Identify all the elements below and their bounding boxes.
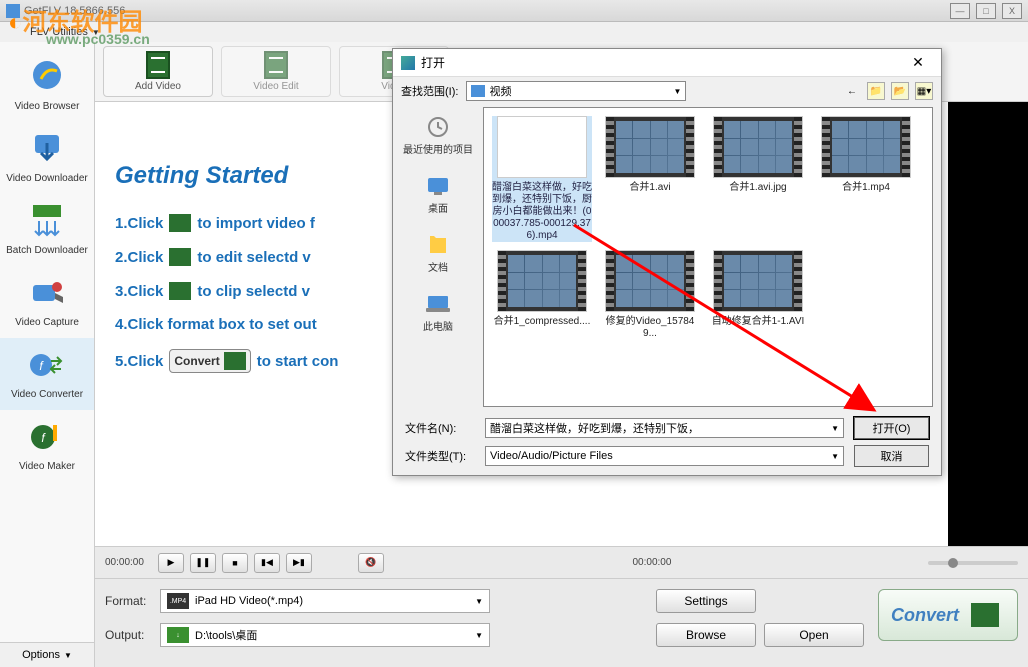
filetype-label: 文件类型(T): [405, 448, 475, 464]
dialog-titlebar: 打开 ✕ [393, 49, 941, 77]
converter-icon: f [26, 344, 68, 386]
minimize-button[interactable]: — [950, 3, 970, 19]
place-documents[interactable]: 文档 [393, 227, 483, 286]
chevron-down-icon: ▼ [475, 631, 483, 640]
desktop-icon [422, 172, 454, 200]
new-folder-icon[interactable]: 📂 [891, 82, 909, 100]
dialog-icon [401, 56, 415, 70]
place-thispc[interactable]: 此电脑 [393, 286, 483, 345]
sidebar-item-video-browser[interactable]: Video Browser [0, 50, 94, 122]
computer-icon [422, 290, 454, 318]
place-desktop[interactable]: 桌面 [393, 168, 483, 227]
file-item[interactable]: 合并1.avi.jpg [708, 116, 808, 242]
folder-icon [471, 85, 485, 97]
film-icon [169, 248, 191, 266]
player-bar: 00:00:00 ▶ ❚❚ ■ ▮◀ ▶▮ 🔇 00:00:00 [95, 546, 1028, 578]
dialog-close-button[interactable]: ✕ [903, 54, 933, 71]
options-button[interactable]: Options▼ [0, 642, 94, 667]
window-title: GetFLV 18.5866.556 [24, 5, 125, 17]
sidebar-item-video-converter[interactable]: f Video Converter [0, 338, 94, 410]
chevron-down-icon: ▼ [674, 87, 682, 96]
back-icon[interactable]: ← [843, 82, 861, 100]
file-item[interactable]: 合并1.avi [600, 116, 700, 242]
video-thumb [605, 116, 695, 178]
lookin-label: 查找范围(I): [401, 83, 458, 99]
sidebar-item-batch-downloader[interactable]: Batch Downloader [0, 194, 94, 266]
places-bar: 最近使用的项目 桌面 文档 此电脑 [393, 105, 483, 409]
file-list: 醋溜白菜这样做，好吃到爆，还特别下饭，厨房小白都能做出来！(000037.785… [483, 107, 933, 407]
bottom-panel: Format: .MP4 iPad HD Video(*.mp4) ▼ Outp… [95, 578, 1028, 667]
file-open-dialog: 打开 ✕ 查找范围(I): 视频 ▼ ← 📁 📂 ▦▾ 最近使用的项目 桌面 [392, 48, 942, 476]
dialog-cancel-button[interactable]: 取消 [854, 445, 929, 467]
mp4-icon: .MP4 [167, 593, 189, 609]
film-icon [169, 282, 191, 300]
next-button[interactable]: ▶▮ [286, 553, 312, 573]
titlebar: GetFLV 18.5866.556 — □ X [0, 0, 1028, 22]
film-edit-icon [264, 51, 288, 79]
up-folder-icon[interactable]: 📁 [867, 82, 885, 100]
chevron-down-icon: ▼ [475, 597, 483, 606]
file-item[interactable]: 自动修复合并1-1.AVI [708, 250, 808, 340]
volume-slider[interactable] [928, 561, 1018, 565]
format-label: Format: [105, 594, 160, 608]
file-item[interactable]: 醋溜白菜这样做，好吃到爆，还特别下饭，厨房小白都能做出来！(000037.785… [492, 116, 592, 242]
close-button[interactable]: X [1002, 3, 1022, 19]
browser-icon [26, 56, 68, 98]
pause-button[interactable]: ❚❚ [190, 553, 216, 573]
folder-down-icon: ↓ [167, 627, 189, 643]
place-recent[interactable]: 最近使用的项目 [393, 109, 483, 168]
maker-icon: f [26, 416, 68, 458]
file-item[interactable]: 修复的Video_157849... [600, 250, 700, 340]
video-edit-button[interactable]: Video Edit [221, 46, 331, 97]
doc-thumb [497, 116, 587, 178]
film-add-icon [146, 51, 170, 79]
downloader-icon [26, 128, 68, 170]
film-icon [169, 214, 191, 232]
capture-icon [26, 272, 68, 314]
app-icon [6, 4, 20, 18]
video-thumb [821, 116, 911, 178]
settings-button[interactable]: Settings [656, 589, 756, 613]
video-thumb [713, 116, 803, 178]
filetype-select[interactable]: Video/Audio/Picture Files▼ [485, 446, 844, 466]
dialog-open-button[interactable]: 打开(O) [854, 417, 929, 439]
recent-icon [422, 113, 454, 141]
video-preview [948, 102, 1028, 546]
format-select[interactable]: .MP4 iPad HD Video(*.mp4) ▼ [160, 589, 490, 613]
video-thumb [497, 250, 587, 312]
time-end: 00:00:00 [633, 557, 672, 568]
output-select[interactable]: ↓ D:\tools\桌面 ▼ [160, 623, 490, 647]
sidebar-item-video-maker[interactable]: f Video Maker [0, 410, 94, 482]
dialog-title: 打开 [421, 54, 445, 71]
output-label: Output: [105, 628, 160, 642]
menubar: FLV Utilities ▼ [0, 22, 1028, 42]
left-sidebar: Video Browser Video Downloader Batch Dow… [0, 42, 95, 667]
file-item[interactable]: 合并1.mp4 [816, 116, 916, 242]
prev-button[interactable]: ▮◀ [254, 553, 280, 573]
maximize-button[interactable]: □ [976, 3, 996, 19]
file-item[interactable]: 合并1_compressed.... [492, 250, 592, 340]
convert-button[interactable]: Convert [878, 589, 1018, 641]
mute-button[interactable]: 🔇 [358, 553, 384, 573]
documents-icon [422, 231, 454, 259]
play-button[interactable]: ▶ [158, 553, 184, 573]
lookin-select[interactable]: 视频 ▼ [466, 81, 686, 101]
video-thumb [605, 250, 695, 312]
film-icon [971, 603, 999, 627]
view-menu-icon[interactable]: ▦▾ [915, 82, 933, 100]
menu-flv-utilities[interactable]: FLV Utilities [30, 26, 88, 38]
video-thumb [713, 250, 803, 312]
batch-icon [26, 200, 68, 242]
sidebar-item-video-capture[interactable]: Video Capture [0, 266, 94, 338]
filename-input[interactable]: 醋溜白菜这样做，好吃到爆，还特别下饭，▼ [485, 418, 844, 438]
browse-button[interactable]: Browse [656, 623, 756, 647]
filename-label: 文件名(N): [405, 420, 475, 436]
open-button[interactable]: Open [764, 623, 864, 647]
stop-button[interactable]: ■ [222, 553, 248, 573]
convert-badge: Convert [169, 349, 250, 373]
time-start: 00:00:00 [105, 557, 144, 568]
sidebar-item-video-downloader[interactable]: Video Downloader [0, 122, 94, 194]
add-video-button[interactable]: Add Video [103, 46, 213, 97]
